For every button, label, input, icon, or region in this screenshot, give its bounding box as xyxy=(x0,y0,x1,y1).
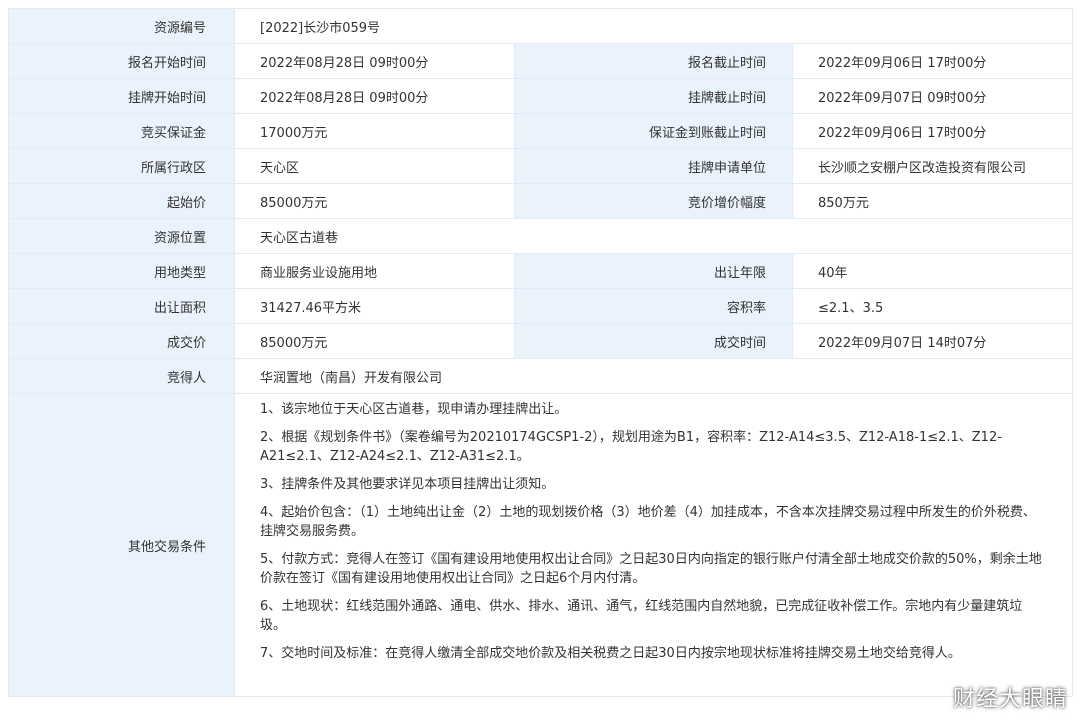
value-resource-id: [2022]长沙市059号 xyxy=(233,8,1074,44)
row-winner: 竞得人 华润置地（南昌）开发有限公司 xyxy=(8,358,1074,394)
value-plot-ratio: ≤2.1、3.5 xyxy=(791,288,1074,324)
label-starting-price: 起始价 xyxy=(8,183,235,219)
value-starting-price: 85000万元 xyxy=(234,183,515,219)
row-deposit: 竞买保证金 17000万元 保证金到账截止时间 2022年09月06日 17时0… xyxy=(8,113,1074,149)
condition-item: 3、挂牌条件及其他要求详见本项目挂牌出让须知。 xyxy=(260,477,555,492)
row-district: 所属行政区 天心区 挂牌申请单位 长沙顺之安棚户区改造投资有限公司 xyxy=(8,148,1074,184)
label-winner: 竞得人 xyxy=(8,358,235,394)
value-listing-start: 2022年08月28日 09时00分 xyxy=(234,78,515,114)
other-conditions-list: 1、该宗地位于天心区古道巷，现申请办理挂牌出让。 2、根据《规划条件书》（案卷编… xyxy=(233,393,1074,697)
label-deposit-deadline: 保证金到账截止时间 xyxy=(514,113,793,149)
row-location: 资源位置 天心区古道巷 xyxy=(8,218,1074,254)
value-location: 天心区古道巷 xyxy=(233,218,1074,254)
label-registration-start: 报名开始时间 xyxy=(8,43,235,79)
value-lease-term: 40年 xyxy=(791,253,1074,289)
label-bid-increment: 竞价增价幅度 xyxy=(514,183,793,219)
row-deal: 成交价 85000万元 成交时间 2022年09月07日 14时07分 xyxy=(8,323,1074,359)
condition-item: 4、起始价包含：（1）土地纯出让金（2）土地的现划拨价格（3）地价差（4）加挂成… xyxy=(260,505,1036,539)
value-district: 天心区 xyxy=(234,148,515,184)
value-area: 31427.46平方米 xyxy=(234,288,515,324)
label-registration-end: 报名截止时间 xyxy=(514,43,793,79)
row-land-use: 用地类型 商业服务业设施用地 出让年限 40年 xyxy=(8,253,1074,289)
value-registration-start: 2022年08月28日 09时00分 xyxy=(234,43,515,79)
value-deposit: 17000万元 xyxy=(234,113,515,149)
row-listing-time: 挂牌开始时间 2022年08月28日 09时00分 挂牌截止时间 2022年09… xyxy=(8,78,1074,114)
value-deposit-deadline: 2022年09月06日 17时00分 xyxy=(791,113,1074,149)
row-registration-time: 报名开始时间 2022年08月28日 09时00分 报名截止时间 2022年09… xyxy=(8,43,1074,79)
condition-item: 5、付款方式：竞得人在签订《国有建设用地使用权出让合同》之日起30日内向指定的银… xyxy=(260,552,1042,586)
label-deal-price: 成交价 xyxy=(8,323,235,359)
label-area: 出让面积 xyxy=(8,288,235,324)
label-land-use: 用地类型 xyxy=(8,253,235,289)
label-district: 所属行政区 xyxy=(8,148,235,184)
label-resource-id: 资源编号 xyxy=(8,8,235,44)
watermark-text: 财经大眼睛 xyxy=(952,687,1068,712)
land-auction-info-table: 资源编号 [2022]长沙市059号 报名开始时间 2022年08月28日 09… xyxy=(8,8,1074,697)
value-winner: 华润置地（南昌）开发有限公司 xyxy=(233,358,1074,394)
condition-item: 1、该宗地位于天心区古道巷，现申请办理挂牌出让。 xyxy=(260,402,568,417)
label-location: 资源位置 xyxy=(8,218,235,254)
label-lease-term: 出让年限 xyxy=(514,253,793,289)
value-deal-time: 2022年09月07日 14时07分 xyxy=(791,323,1074,359)
label-other-conditions: 其他交易条件 xyxy=(8,393,235,697)
label-deal-time: 成交时间 xyxy=(514,323,793,359)
label-plot-ratio: 容积率 xyxy=(514,288,793,324)
row-resource-id: 资源编号 [2022]长沙市059号 xyxy=(8,8,1074,44)
label-listing-start: 挂牌开始时间 xyxy=(8,78,235,114)
value-registration-end: 2022年09月06日 17时00分 xyxy=(791,43,1074,79)
row-starting-price: 起始价 85000万元 竞价增价幅度 850万元 xyxy=(8,183,1074,219)
condition-item: 6、土地现状：红线范围外通路、通电、供水、排水、通讯、通气，红线范围内自然地貌，… xyxy=(260,599,1023,633)
row-area: 出让面积 31427.46平方米 容积率 ≤2.1、3.5 xyxy=(8,288,1074,324)
label-listing-end: 挂牌截止时间 xyxy=(514,78,793,114)
value-deal-price: 85000万元 xyxy=(234,323,515,359)
label-deposit: 竞买保证金 xyxy=(8,113,235,149)
value-land-use: 商业服务业设施用地 xyxy=(234,253,515,289)
condition-item: 2、根据《规划条件书》（案卷编号为20210174GCSP1-2），规划用途为B… xyxy=(260,430,1002,464)
value-bid-increment: 850万元 xyxy=(791,183,1074,219)
value-applicant: 长沙顺之安棚户区改造投资有限公司 xyxy=(791,148,1074,184)
condition-item: 7、交地时间及标准：在竞得人缴清全部成交地价款及相关税费之日起30日内按宗地现状… xyxy=(260,646,961,661)
row-other-conditions: 其他交易条件 1、该宗地位于天心区古道巷，现申请办理挂牌出让。 2、根据《规划条… xyxy=(8,393,1074,697)
label-applicant: 挂牌申请单位 xyxy=(514,148,793,184)
value-listing-end: 2022年09月07日 09时00分 xyxy=(791,78,1074,114)
